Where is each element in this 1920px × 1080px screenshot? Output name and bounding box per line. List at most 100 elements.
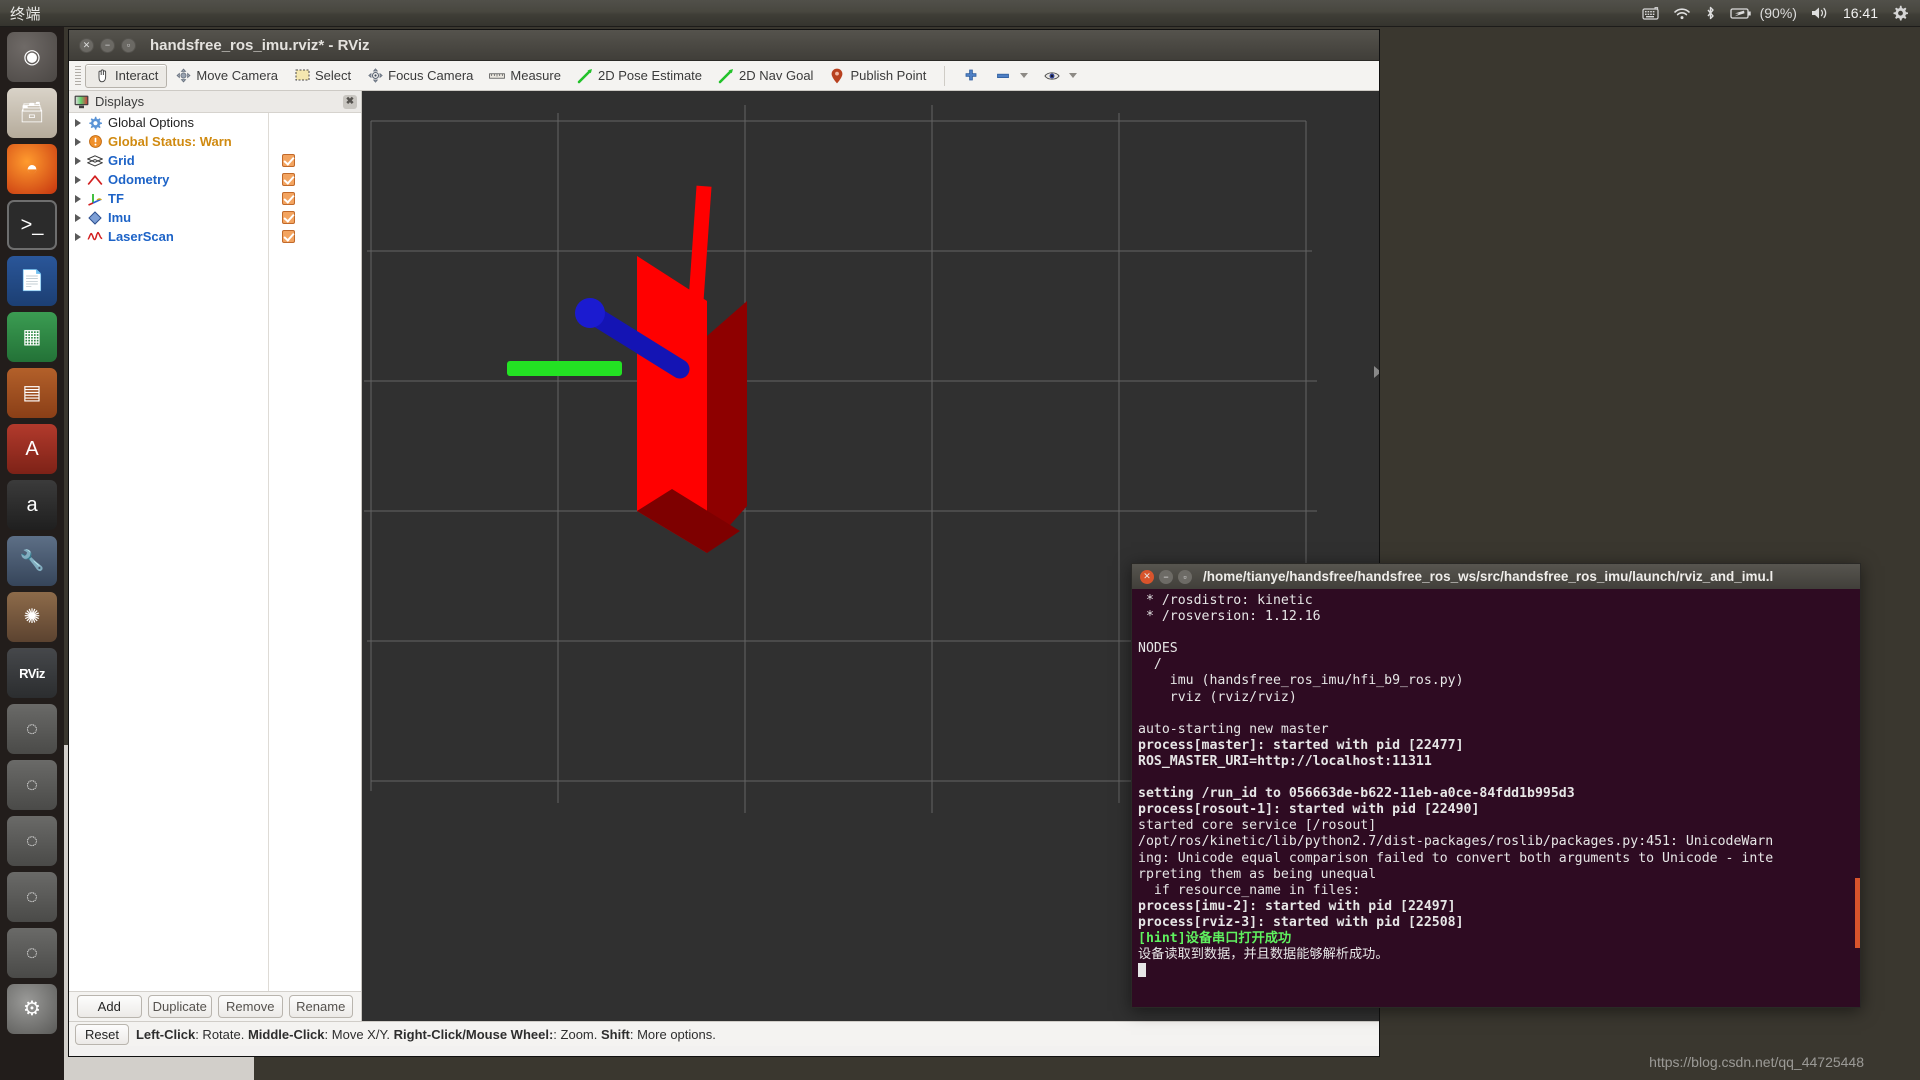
gear-icon[interactable] <box>1892 5 1908 21</box>
launcher-item-files[interactable]: 🗃 <box>7 88 57 138</box>
launcher-item-ubuntu-dash[interactable]: ◉ <box>7 32 57 82</box>
display-tree-row-grid[interactable]: Grid <box>69 151 268 170</box>
hand-cursor-icon <box>94 68 110 84</box>
expand-arrow-icon[interactable] <box>75 156 81 165</box>
displays-remove-button[interactable]: Remove <box>218 995 283 1018</box>
toolbar-button-label: 2D Pose Estimate <box>597 68 703 83</box>
launcher-item-app-14[interactable]: ◌ <box>7 760 57 810</box>
launcher-item-app-16[interactable]: ◌ <box>7 872 57 922</box>
battery-icon[interactable] <box>1729 7 1752 20</box>
terminal-scrollbar-thumb[interactable] <box>1855 878 1860 948</box>
terminal-scrollbar[interactable] <box>1855 589 1860 1007</box>
display-tree-label: Global Status: Warn <box>108 134 232 149</box>
window-minimize-button[interactable]: − <box>100 37 115 53</box>
toolbar-drag-handle[interactable] <box>75 65 81 86</box>
displays-duplicate-button[interactable]: Duplicate <box>147 995 212 1018</box>
display-tree-row-tf[interactable]: TF <box>69 189 268 208</box>
terminal-minimize-button[interactable]: − <box>1159 569 1173 584</box>
window-close-button[interactable]: ✕ <box>79 37 94 53</box>
minus-icon <box>995 68 1011 84</box>
right-splitter-arrow[interactable] <box>1374 366 1379 378</box>
launcher-item-libreoffice-calc[interactable]: ▦ <box>7 312 57 362</box>
toolbar-remove-tool-button[interactable] <box>987 65 1036 87</box>
checkbox-checked-imu[interactable] <box>282 211 295 224</box>
expand-arrow-icon[interactable] <box>75 175 81 184</box>
checkbox-checked-tf[interactable] <box>282 192 295 205</box>
toolbar-button-measure[interactable]: Measure <box>481 65 569 87</box>
clock[interactable]: 16:41 <box>1843 5 1878 21</box>
app-menu-label[interactable]: 终端 <box>0 3 41 24</box>
terminal-line: setting /run_id to 056663de-b622-11eb-a0… <box>1138 786 1575 802</box>
launcher-item-libreoffice-impress[interactable]: ▤ <box>7 368 57 418</box>
close-icon[interactable]: ✖ <box>343 94 357 109</box>
launcher-item-system-settings[interactable]: ⚙ <box>7 984 57 1034</box>
display-tree-row-laserscan[interactable]: LaserScan <box>69 227 268 246</box>
toolbar-button-move-camera[interactable]: Move Camera <box>167 65 286 87</box>
chevron-down-icon[interactable] <box>1069 73 1078 78</box>
launcher-item-app-17[interactable]: ◌ <box>7 928 57 978</box>
displays-add-button[interactable]: Add <box>77 995 142 1018</box>
move-camera-icon <box>175 68 191 84</box>
gimp-icon: ✺ <box>23 606 41 628</box>
terminal-output[interactable]: * /rosdistro: kinetic * /rosversion: 1.1… <box>1131 589 1861 1008</box>
bluetooth-icon[interactable] <box>1705 6 1716 21</box>
terminal-line: started core service [/rosout] <box>1138 818 1377 834</box>
toolbar-button-2d-pose-estimate[interactable]: 2D Pose Estimate <box>569 65 710 87</box>
expand-arrow-icon[interactable] <box>75 232 81 241</box>
status-hint-part: : Zoom. <box>553 1026 601 1042</box>
terminal-maximize-button[interactable]: ▫ <box>1178 569 1192 584</box>
launcher-item-app-13[interactable]: ◌ <box>7 704 57 754</box>
terminal-line: 设备读取到数据，并且数据能够解析成功。 <box>1138 947 1389 963</box>
display-tree-row-global-status-warn[interactable]: Global Status: Warn <box>69 132 268 151</box>
toolbar-button-select[interactable]: Select <box>286 65 359 87</box>
launcher-item-rviz[interactable]: RViz <box>7 648 57 698</box>
launcher-item-terminal[interactable]: >_ <box>7 200 57 250</box>
volume-icon[interactable] <box>1811 6 1829 20</box>
firefox-icon: ◓ <box>25 158 39 180</box>
toolbar-button-interact[interactable]: Interact <box>85 63 168 88</box>
status-hint-part: Shift <box>600 1026 630 1042</box>
toolbar-button-publish-point[interactable]: Publish Point <box>821 65 934 87</box>
toolbar-button-label: Focus Camera <box>388 68 474 83</box>
display-tree-row-odometry[interactable]: Odometry <box>69 170 268 189</box>
checkbox-checked-laserscan[interactable] <box>282 230 295 243</box>
keyboard-icon[interactable] <box>1641 6 1659 20</box>
launcher-item-libreoffice-writer[interactable]: 📄 <box>7 256 57 306</box>
amazon-icon: a <box>26 494 38 516</box>
checkbox-checked-odometry[interactable] <box>282 173 295 186</box>
select-rect-icon <box>294 68 310 84</box>
terminal-icon: >_ <box>20 214 44 236</box>
expand-arrow-icon[interactable] <box>75 213 81 222</box>
expand-arrow-icon[interactable] <box>75 118 81 127</box>
toolbar-add-tool-button[interactable] <box>955 65 987 87</box>
launcher-item-gimp[interactable]: ✺ <box>7 592 57 642</box>
toolbar-button-2d-nav-goal[interactable]: 2D Nav Goal <box>710 65 821 87</box>
launcher-item-app-15[interactable]: ◌ <box>7 816 57 866</box>
expand-arrow-icon[interactable] <box>75 137 81 146</box>
terminal-close-button[interactable]: ✕ <box>1140 569 1154 584</box>
launcher-item-software-tools[interactable]: 🔧 <box>7 536 57 586</box>
app-14-icon: ◌ <box>26 774 38 796</box>
displays-rename-button[interactable]: Rename <box>288 995 353 1018</box>
window-maximize-button[interactable]: ▫ <box>121 37 136 53</box>
display-tree-label: Grid <box>108 153 135 168</box>
eye-icon <box>1044 68 1060 84</box>
display-tree-row-global-options[interactable]: Global Options <box>69 113 268 132</box>
launcher-item-amazon[interactable]: a <box>7 480 57 530</box>
launcher-item-font-manager[interactable]: A <box>7 424 57 474</box>
toolbar-visibility-button[interactable] <box>1036 65 1085 87</box>
reset-button[interactable]: Reset <box>75 1023 129 1045</box>
laserscan-icon <box>87 230 103 244</box>
launcher-item-firefox[interactable]: ◓ <box>7 144 57 194</box>
rviz-titlebar: ✕ − ▫ handsfree_ros_imu.rviz* - RViz <box>69 30 1379 61</box>
gear-icon <box>87 116 103 130</box>
display-tree-row-imu[interactable]: Imu <box>69 208 268 227</box>
toolbar-button-label: Move Camera <box>196 68 278 83</box>
chevron-down-icon[interactable] <box>1020 73 1029 78</box>
wifi-icon[interactable] <box>1673 7 1691 20</box>
expand-arrow-icon[interactable] <box>75 194 81 203</box>
checkbox-checked-grid[interactable] <box>282 154 295 167</box>
toolbar-button-focus-camera[interactable]: Focus Camera <box>359 65 481 87</box>
